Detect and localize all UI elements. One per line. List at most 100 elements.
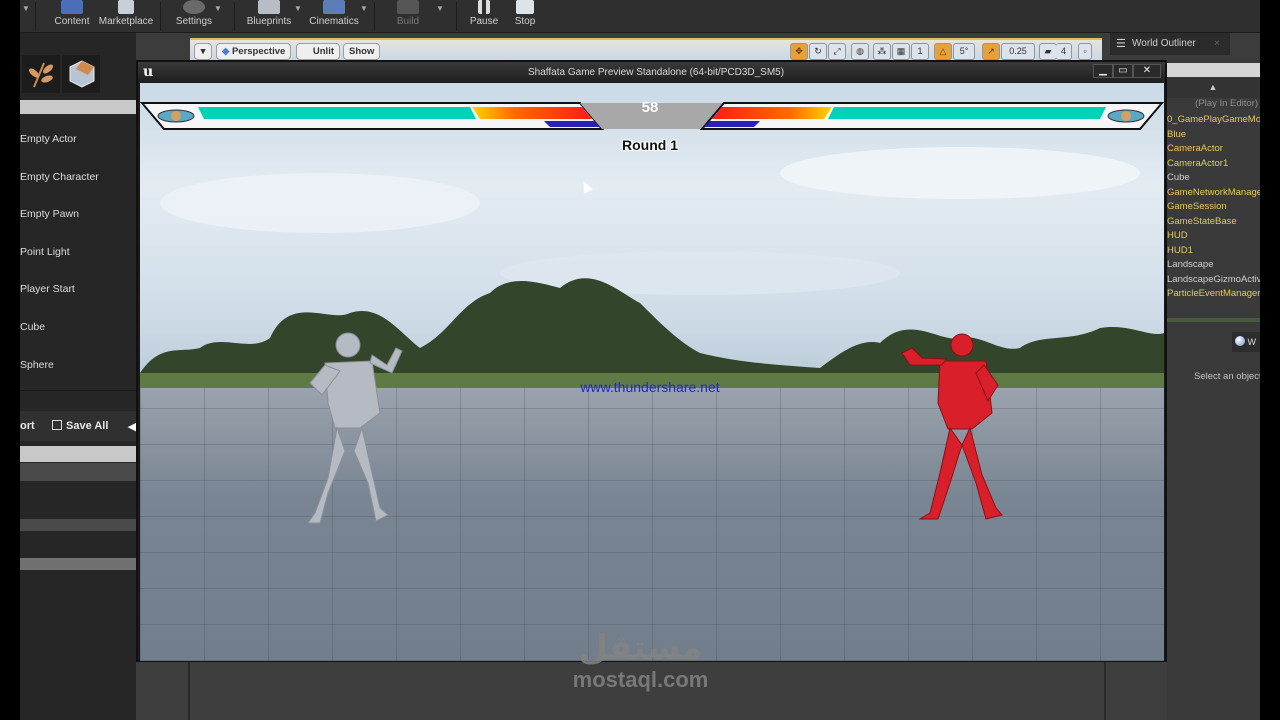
- close-button[interactable]: ✕: [1133, 64, 1161, 78]
- foliage-mode-tab[interactable]: [22, 55, 60, 93]
- rotate-tool-icon[interactable]: ↻: [809, 43, 827, 60]
- cinematics-button[interactable]: Cinematics: [306, 0, 362, 33]
- outliner-item[interactable]: GameSession: [1167, 200, 1260, 215]
- place-item-point-light[interactable]: Point Light: [20, 234, 136, 272]
- viewport-options-button[interactable]: ▾: [194, 43, 212, 60]
- place-item-empty-character[interactable]: Empty Character: [20, 159, 136, 197]
- outliner-item[interactable]: Cube: [1167, 171, 1260, 186]
- build-button[interactable]: Build: [388, 0, 428, 33]
- maximize-viewport-icon[interactable]: ▫: [1078, 43, 1092, 60]
- outliner-search-input[interactable]: [1166, 63, 1260, 77]
- outliner-item[interactable]: HUD1: [1167, 244, 1260, 259]
- scale-snap-value[interactable]: 0.25: [1001, 43, 1035, 60]
- settings-icon: [183, 0, 205, 14]
- place-item-empty-pawn[interactable]: Empty Pawn: [20, 196, 136, 234]
- outliner-item[interactable]: HUD: [1167, 229, 1260, 244]
- content-row: [20, 463, 136, 481]
- content-browser-icon: [61, 0, 83, 14]
- scale-snap-icon[interactable]: ↗: [982, 43, 1000, 60]
- perspective-button[interactable]: ◆ Perspective: [216, 43, 292, 60]
- main-toolbar: ▼ Content Marketplace Settings ▼ Bluepri…: [20, 0, 1260, 33]
- pause-button[interactable]: Pause: [464, 0, 504, 33]
- save-all-button[interactable]: Save All: [52, 420, 108, 432]
- place-search-input[interactable]: [20, 100, 136, 114]
- outliner-item[interactable]: Blue: [1167, 128, 1260, 143]
- outliner-item[interactable]: GameNetworkManager: [1167, 186, 1260, 201]
- surface-snap-icon[interactable]: ⁂: [873, 43, 891, 60]
- content-toolbar: ort Save All ◀: [20, 411, 136, 441]
- blueprints-icon: [258, 0, 280, 14]
- outliner-list: 0_GamePlayGameModeBlueCameraActorCameraA…: [1167, 113, 1260, 302]
- details-globe-icon: [1235, 336, 1245, 346]
- world-local-icon[interactable]: ◍: [851, 43, 869, 60]
- content-button[interactable]: Content: [52, 0, 92, 33]
- content-row: [20, 558, 136, 570]
- marketplace-button[interactable]: Marketplace: [96, 0, 156, 33]
- place-item-empty-actor[interactable]: Empty Actor: [20, 121, 136, 159]
- player1-face: [171, 111, 181, 121]
- minimize-button[interactable]: ▁: [1093, 64, 1113, 78]
- outliner-item[interactable]: CameraActor1: [1167, 157, 1260, 172]
- outliner-column-header[interactable]: ▲: [1166, 78, 1260, 98]
- camera-speed-value[interactable]: 4: [1056, 43, 1072, 60]
- place-item-sphere[interactable]: Sphere: [20, 347, 136, 385]
- game-window-titlebar[interactable]: u Shaffata Game Preview Standalone (64-b…: [138, 62, 1165, 83]
- show-button[interactable]: Show: [343, 43, 381, 60]
- blueprints-dropdown-icon[interactable]: ▼: [294, 4, 302, 13]
- stop-button[interactable]: Stop: [508, 0, 542, 33]
- build-dropdown-icon[interactable]: ▼: [436, 4, 444, 13]
- minimize-icon: ▁: [1099, 65, 1107, 76]
- settings-dropdown-icon[interactable]: ▼: [214, 4, 222, 13]
- unreal-logo-icon: u: [143, 64, 154, 80]
- grid-snap-icon[interactable]: ▦: [892, 43, 910, 60]
- close-tab-icon[interactable]: ×: [1214, 33, 1220, 55]
- toolbar-separator: [234, 2, 235, 31]
- modes-panel: Empty Actor Empty Character Empty Pawn P…: [20, 33, 136, 720]
- scale-tool-icon[interactable]: ⤢: [828, 43, 846, 60]
- details-tab[interactable]: W: [1232, 332, 1260, 352]
- foliage-icon: [29, 62, 53, 88]
- watermark-url: www.thundershare.net: [580, 379, 720, 395]
- pause-icon: [478, 0, 490, 14]
- cinematics-dropdown-icon[interactable]: ▼: [360, 4, 368, 13]
- place-item-player-start[interactable]: Player Start: [20, 271, 136, 309]
- outliner-item[interactable]: LandscapeGizmoActiveActor: [1167, 273, 1260, 288]
- build-icon: [397, 0, 419, 14]
- import-button[interactable]: ort: [20, 420, 35, 432]
- blueprints-button[interactable]: Blueprints: [242, 0, 296, 33]
- geometry-mode-tab[interactable]: [62, 55, 100, 93]
- camera-speed-icon[interactable]: ▰: [1039, 43, 1057, 60]
- rotation-snap-icon[interactable]: △: [934, 43, 952, 60]
- content-search-input[interactable]: [20, 446, 136, 462]
- maximize-button[interactable]: ▭: [1113, 64, 1133, 78]
- grid-snap-value[interactable]: 1: [911, 43, 929, 60]
- mostaql-arabic-logo: مستقل: [578, 628, 703, 668]
- player2-special-bar: [704, 121, 760, 127]
- settings-button[interactable]: Settings: [172, 0, 216, 33]
- view-mode-button[interactable]: Unlit: [296, 43, 340, 60]
- player2-rage-bar: [712, 107, 832, 119]
- maximize-icon: ▭: [1118, 65, 1128, 76]
- geometry-icon: [69, 60, 95, 88]
- rotation-snap-value[interactable]: 5°: [953, 43, 975, 60]
- translate-tool-icon[interactable]: ✥: [790, 43, 808, 60]
- outliner-item[interactable]: 0_GamePlayGameMode: [1167, 113, 1260, 128]
- outliner-list-icon: ☰: [1116, 38, 1126, 50]
- chevron-down-icon: ▾: [200, 46, 206, 57]
- toolbar-separator: [160, 2, 161, 31]
- place-actor-list: Empty Actor Empty Character Empty Pawn P…: [20, 121, 136, 384]
- outliner-item[interactable]: GameStateBase: [1167, 215, 1260, 230]
- perspective-label: Perspective: [231, 46, 286, 57]
- world-outliner-tab[interactable]: ☰ World Outliner ×: [1110, 33, 1230, 55]
- chevron-down-icon[interactable]: ▼: [22, 4, 30, 13]
- toolbar-separator: [374, 2, 375, 31]
- outliner-item[interactable]: ParticleEventManager: [1167, 287, 1260, 302]
- perspective-icon: ◆: [222, 46, 232, 57]
- outliner-item[interactable]: Landscape: [1167, 258, 1260, 273]
- mostaql-domain: mostaql.com: [572, 667, 709, 692]
- panel-divider: [1104, 662, 1106, 720]
- player2-health-bar: [828, 107, 1106, 119]
- place-item-cube[interactable]: Cube: [20, 309, 136, 347]
- content-row: [20, 519, 136, 531]
- outliner-item[interactable]: CameraActor: [1167, 142, 1260, 157]
